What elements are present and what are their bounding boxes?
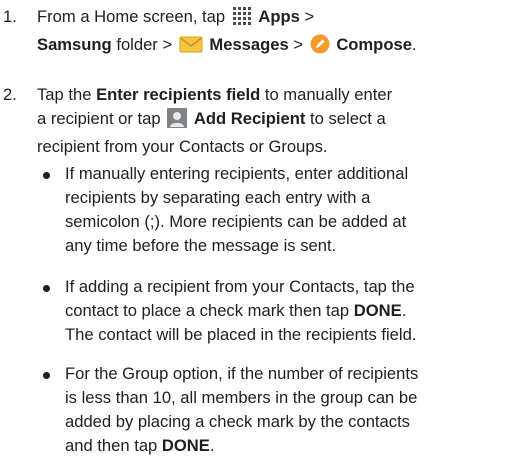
step-2: 2. Tap the Enter recipients field to man… <box>0 83 511 159</box>
step-1-text: From a Home screen, tap Apps > Samsung f… <box>37 5 511 61</box>
bullet-dot <box>43 285 50 292</box>
done-label: DONE <box>161 436 210 455</box>
done-label: DONE <box>353 301 402 320</box>
compose-pencil-icon <box>310 34 330 61</box>
step-1-line-2: Samsung folder > Messages > Compose. <box>37 33 511 61</box>
samsung-label: Samsung <box>37 35 112 54</box>
bullet-manual-entry: If manually entering recipients, enter a… <box>0 162 511 258</box>
add-recipient-label: Add Recipient <box>193 109 306 128</box>
bullet-group: For the Group option, if the number of r… <box>0 362 511 458</box>
add-recipient-person-icon <box>167 108 188 135</box>
step-2-text: Tap the Enter recipients field to manual… <box>37 83 511 159</box>
enter-recipients-field-label: Enter recipients field <box>96 85 261 104</box>
bullet-dot <box>43 372 50 379</box>
step-2-line-3: recipient from your Contacts or Groups. <box>37 137 328 156</box>
apps-label: Apps <box>258 7 300 26</box>
step-2-line-2: a recipient or tap Add Recipient to sele… <box>37 107 511 135</box>
step-1-line-1: From a Home screen, tap Apps > <box>37 5 511 33</box>
apps-grid-icon <box>231 6 252 33</box>
step-number: 1. <box>3 7 17 26</box>
messages-label: Messages <box>209 35 289 54</box>
compose-label: Compose <box>336 35 412 54</box>
bullet-dot <box>43 172 50 179</box>
bullet-contacts: If adding a recipient from your Contacts… <box>0 275 511 347</box>
messages-envelope-icon <box>179 34 203 61</box>
step-number: 2. <box>3 85 17 104</box>
bullet-text: If manually entering recipients, enter a… <box>65 164 409 255</box>
bullet-text: For the Group option, if the number of r… <box>65 364 419 455</box>
step-1: 1. From a Home screen, tap Apps > Samsun… <box>0 5 511 61</box>
step-2-line-1: Tap the Enter recipients field to manual… <box>37 85 393 104</box>
bullet-text: If adding a recipient from your Contacts… <box>65 277 417 344</box>
